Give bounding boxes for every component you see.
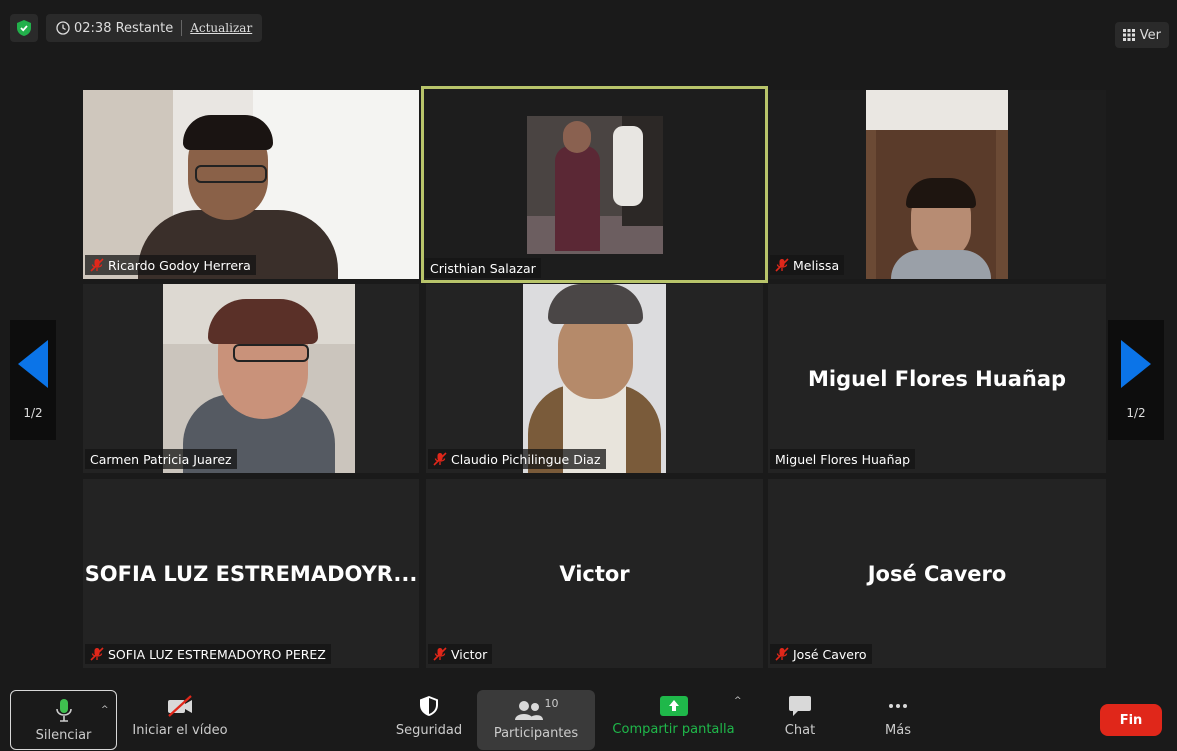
- view-label: Ver: [1139, 27, 1161, 43]
- page-indicator-right: 1/2: [1126, 406, 1146, 420]
- video-feed: [83, 90, 419, 279]
- participant-name: Claudio Pichilingue Diaz: [451, 451, 601, 467]
- mute-button[interactable]: Silenciar ^: [10, 690, 117, 750]
- participant-name: Melissa: [793, 257, 840, 273]
- muted-mic-icon: [433, 647, 447, 661]
- participant-nameplate: Ricardo Godoy Herrera: [85, 255, 256, 275]
- video-tile-victor[interactable]: Victor Victor: [426, 479, 763, 668]
- participant-name: SOFIA LUZ ESTREMADOYRO PEREZ: [108, 646, 326, 662]
- divider: [181, 20, 183, 36]
- chat-button[interactable]: Chat: [772, 682, 828, 751]
- muted-mic-icon: [775, 258, 789, 272]
- view-button[interactable]: Ver: [1114, 22, 1169, 48]
- shield-icon: [419, 695, 439, 717]
- participant-nameplate: Claudio Pichilingue Diaz: [428, 449, 606, 469]
- video-feed: [523, 284, 666, 473]
- muted-mic-icon: [433, 452, 447, 466]
- participants-count: 10: [544, 696, 559, 710]
- chevron-up-icon[interactable]: ^: [734, 696, 742, 706]
- video-label: Iniciar el vídeo: [132, 723, 228, 738]
- participant-display-name: José Cavero: [867, 561, 1007, 586]
- end-meeting-button[interactable]: Fin: [1100, 704, 1162, 736]
- participant-nameplate: Carmen Patricia Juarez: [85, 449, 237, 469]
- video-tile-melissa[interactable]: Melissa: [768, 90, 1106, 279]
- start-video-button[interactable]: Iniciar el vídeo: [125, 682, 235, 751]
- chat-label: Chat: [784, 723, 816, 738]
- participant-display-name: SOFIA LUZ ESTREMADOYR...: [84, 561, 418, 586]
- participant-display-name: Victor: [559, 561, 630, 586]
- share-screen-button[interactable]: Compartir pantalla ^: [606, 682, 742, 751]
- more-button[interactable]: Más: [868, 682, 928, 751]
- security-button[interactable]: Seguridad: [390, 682, 468, 751]
- participant-name: Ricardo Godoy Herrera: [108, 257, 251, 273]
- video-tile-ricardo[interactable]: Ricardo Godoy Herrera: [83, 90, 419, 279]
- meeting-toolbar: Silenciar ^ Iniciar el vídeo Seguridad 1…: [0, 682, 1177, 751]
- arrow-right-icon[interactable]: [1121, 340, 1151, 388]
- participant-nameplate: SOFIA LUZ ESTREMADOYRO PEREZ: [85, 644, 331, 664]
- participant-nameplate: Victor: [428, 644, 493, 664]
- video-feed: [527, 116, 663, 254]
- participant-nameplate: Miguel Flores Huañap: [770, 449, 916, 469]
- chat-icon: [788, 695, 812, 717]
- participant-name: José Cavero: [793, 646, 867, 662]
- video-tile-carmen[interactable]: Carmen Patricia Juarez: [83, 284, 419, 473]
- update-link[interactable]: Actualizar: [190, 21, 252, 35]
- video-tile-claudio[interactable]: Claudio Pichilingue Diaz: [426, 284, 763, 473]
- prev-page-nav[interactable]: 1/2: [10, 320, 56, 440]
- chevron-up-icon[interactable]: ^: [101, 705, 109, 715]
- participant-name: Miguel Flores Huañap: [775, 451, 911, 467]
- video-tile-sofia[interactable]: SOFIA LUZ ESTREMADOYR... SOFIA LUZ ESTRE…: [83, 479, 419, 668]
- muted-mic-icon: [90, 258, 104, 272]
- participant-nameplate: José Cavero: [770, 644, 872, 664]
- meeting-info-bar: 02:38 Restante Actualizar: [10, 14, 263, 42]
- page-indicator-left: 1/2: [23, 406, 43, 420]
- participant-display-name: Miguel Flores Huañap: [807, 366, 1067, 391]
- next-page-nav[interactable]: 1/2: [1108, 320, 1164, 440]
- grid-icon: [1122, 29, 1135, 41]
- share-screen-label: Compartir pantalla: [612, 722, 735, 737]
- muted-mic-icon: [90, 647, 104, 661]
- muted-mic-icon: [775, 647, 789, 661]
- video-off-icon: [166, 695, 194, 717]
- more-label: Más: [885, 723, 911, 738]
- mute-label: Silenciar: [35, 727, 92, 743]
- participants-label: Participantes: [493, 725, 579, 741]
- participant-name: Victor: [451, 646, 488, 662]
- participant-name: Carmen Patricia Juarez: [90, 451, 232, 467]
- video-tile-jose[interactable]: José Cavero José Cavero: [768, 479, 1106, 668]
- video-feed: [163, 284, 355, 473]
- participant-nameplate: Melissa: [770, 255, 845, 275]
- participant-nameplate: Cristhian Salazar: [425, 258, 541, 278]
- share-screen-icon: [659, 696, 689, 716]
- encryption-shield-icon[interactable]: [10, 14, 38, 42]
- participants-button[interactable]: 10 Participantes: [477, 690, 595, 750]
- video-tile-miguel[interactable]: Miguel Flores Huañap Miguel Flores Huaña…: [768, 284, 1106, 473]
- more-dots-icon: [887, 695, 909, 717]
- security-label: Seguridad: [395, 723, 463, 738]
- participant-name: Cristhian Salazar: [430, 260, 536, 276]
- participants-icon: 10: [514, 696, 559, 720]
- time-remaining: 02:38 Restante: [74, 20, 174, 36]
- meeting-timer: 02:38 Restante Actualizar: [46, 14, 263, 42]
- arrow-left-icon[interactable]: [18, 340, 48, 388]
- video-tile-cristhian[interactable]: Cristhian Salazar: [421, 86, 768, 283]
- video-feed: [866, 90, 1008, 279]
- clock-icon: [56, 21, 74, 35]
- microphone-icon: [55, 698, 73, 722]
